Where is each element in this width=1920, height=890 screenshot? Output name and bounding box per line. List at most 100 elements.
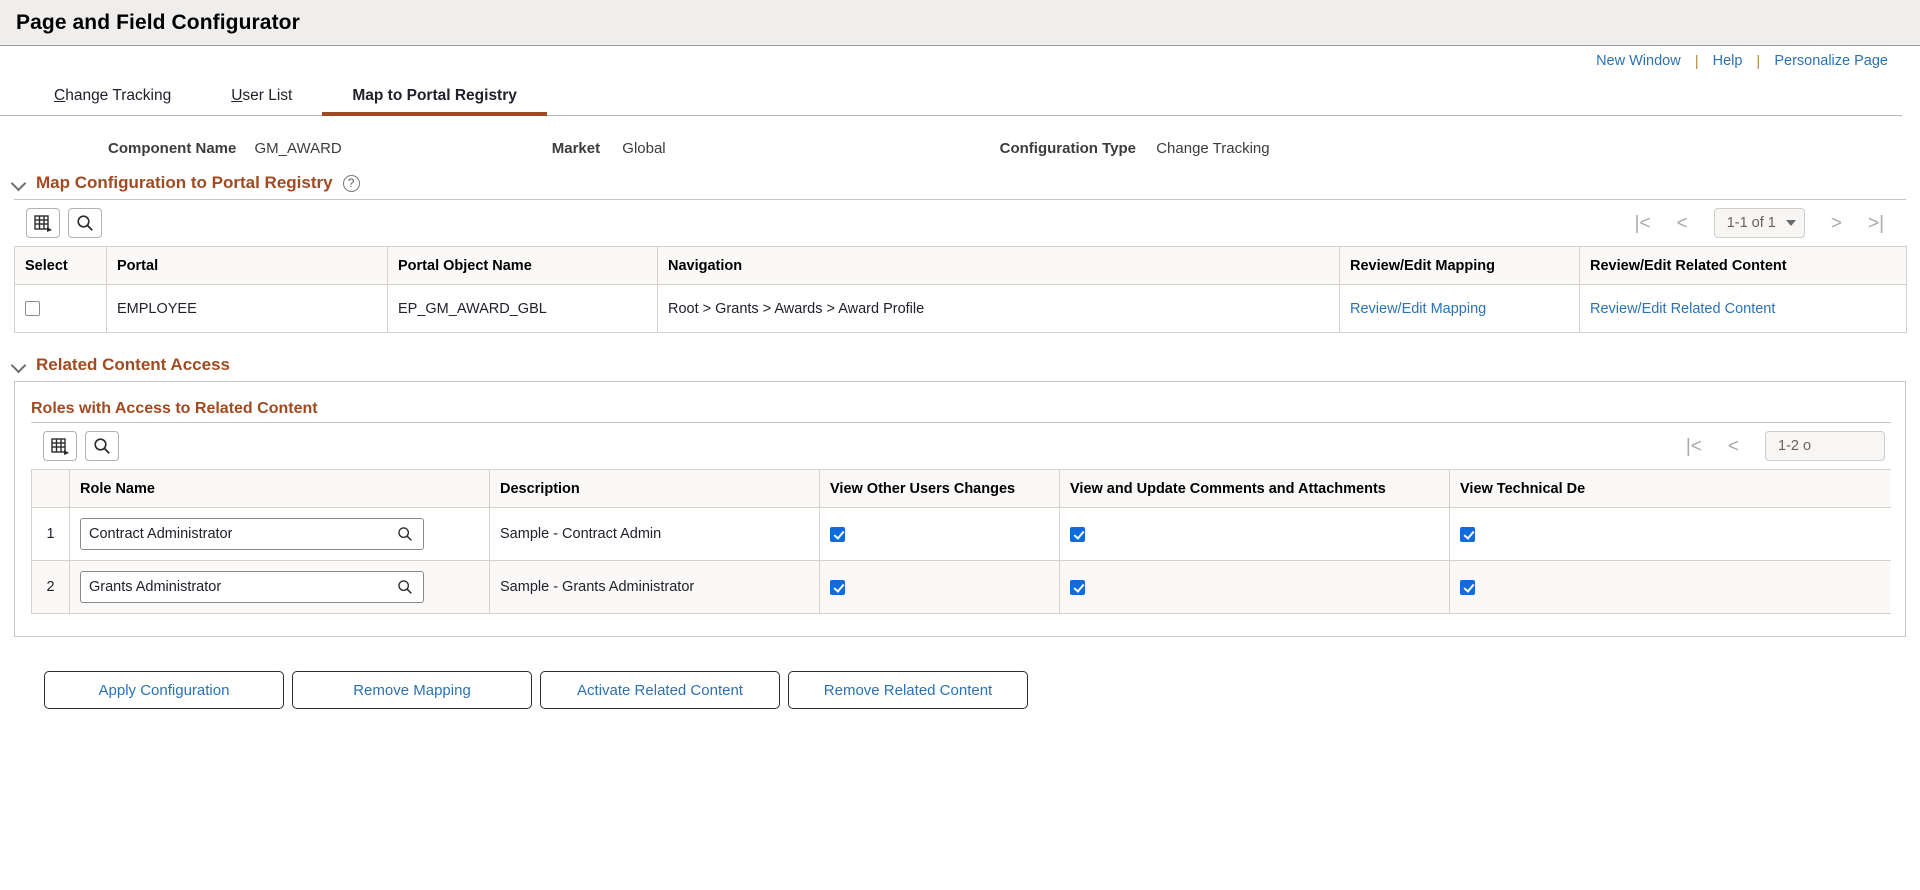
cell-view-other-users-changes	[819, 507, 1060, 561]
tab-user-list-label: ser List	[242, 87, 293, 104]
col-review-edit-mapping: Review/Edit Mapping	[1339, 246, 1580, 285]
roles-grid-pager: |< < 1-2 o	[1686, 431, 1885, 461]
tab-user-list-accesskey: U	[231, 87, 243, 104]
map-grid-toolbar: |< < 1-1 of 1 > >|	[14, 200, 1906, 246]
pager-last-button[interactable]: >|	[1868, 214, 1884, 233]
map-configuration-section-title: Map Configuration to Portal Registry	[36, 173, 333, 192]
activate-related-content-button[interactable]: Activate Related Content	[540, 671, 780, 709]
related-content-access-title: Related Content Access	[36, 355, 230, 374]
cell-view-technical-details	[1449, 507, 1891, 561]
pager-first-button[interactable]: |<	[1635, 214, 1651, 233]
configuration-type-group: Configuration Type Change Tracking	[1000, 140, 1270, 157]
help-circle-icon[interactable]: ?	[342, 174, 360, 192]
role-name-input[interactable]: Grants Administrator	[80, 571, 424, 603]
view-technical-details-checkbox[interactable]	[1460, 526, 1475, 542]
search-icon	[398, 527, 412, 541]
roles-pager-first-button[interactable]: |<	[1686, 437, 1702, 456]
map-configuration-grid-container: |< < 1-1 of 1 > >| Select Portal Portal …	[14, 199, 1907, 333]
roles-grid-container: |< < 1-2 o Role Name Description View Ot…	[31, 422, 1891, 614]
help-link[interactable]: Help	[1699, 53, 1757, 69]
pager-prev-button[interactable]: <	[1677, 214, 1688, 233]
apply-configuration-button[interactable]: Apply Configuration	[44, 671, 284, 709]
grid-find-button[interactable]	[68, 208, 102, 238]
new-window-link[interactable]: New Window	[1582, 53, 1695, 69]
roles-pager-prev-button[interactable]: <	[1728, 437, 1739, 456]
tab-bar: Change Tracking User List Map to Portal …	[0, 76, 1902, 116]
review-edit-mapping-link[interactable]: Review/Edit Mapping	[1350, 301, 1486, 317]
cell-role-name: Grants Administrator	[69, 560, 490, 614]
col-portal: Portal	[106, 246, 388, 285]
cell-description: Sample - Contract Admin	[489, 507, 820, 561]
grid-personalize-icon-button[interactable]	[26, 208, 60, 238]
map-configuration-section-header[interactable]: Map Configuration to Portal Registry ?	[0, 167, 1920, 199]
cell-portal: EMPLOYEE	[106, 284, 388, 333]
select-checkbox[interactable]	[25, 301, 40, 317]
roles-table-scroll-area[interactable]: Role Name Description View Other Users C…	[31, 469, 1891, 614]
cell-role-name: Contract Administrator	[69, 507, 490, 561]
remove-mapping-button[interactable]: Remove Mapping	[292, 671, 532, 709]
roles-with-access-subtitle: Roles with Access to Related Content	[31, 400, 318, 417]
pager-next-button[interactable]: >	[1831, 214, 1842, 233]
component-name-group: Component Name GM_AWARD	[108, 140, 342, 157]
component-name-label: Component Name	[108, 140, 237, 157]
col-portal-object-name: Portal Object Name	[387, 246, 658, 285]
roles-table-header-row: Role Name Description View Other Users C…	[31, 469, 1891, 508]
grid-personalize-icon	[33, 214, 52, 232]
role-name-lookup-button[interactable]	[397, 526, 413, 542]
remove-related-content-button[interactable]: Remove Related Content	[788, 671, 1028, 709]
related-content-access-section-header[interactable]: Related Content Access	[0, 349, 1920, 381]
review-edit-related-content-link[interactable]: Review/Edit Related Content	[1590, 301, 1775, 317]
col-role-name: Role Name	[69, 469, 490, 508]
table-row: 1 Contract Administrator Sample - Contra…	[31, 507, 1891, 561]
action-button-bar: Apply Configuration Remove Mapping Activ…	[0, 637, 1920, 709]
col-view-technical-details: View Technical De	[1449, 469, 1891, 508]
cell-navigation: Root > Grants > Awards > Award Profile	[657, 284, 1340, 333]
view-technical-details-checkbox[interactable]	[1460, 579, 1475, 595]
role-name-input[interactable]: Contract Administrator	[80, 518, 424, 550]
tab-map-to-portal-registry-label: Map to Portal Registry	[352, 87, 517, 104]
roles-access-table: Role Name Description View Other Users C…	[31, 469, 1891, 614]
view-other-users-changes-checkbox[interactable]	[830, 579, 845, 595]
tab-map-to-portal-registry[interactable]: Map to Portal Registry	[322, 87, 547, 116]
cell-review-edit-related-content: Review/Edit Related Content	[1579, 284, 1907, 333]
view-other-users-changes-checkbox[interactable]	[830, 526, 845, 542]
roles-pager-range-select[interactable]: 1-2 o	[1765, 431, 1885, 461]
tab-change-tracking-accesskey: C	[54, 87, 66, 104]
tab-change-tracking-label: hange Tracking	[65, 87, 172, 104]
chevron-down-icon	[12, 176, 26, 190]
search-icon	[77, 215, 93, 231]
cell-view-technical-details	[1449, 560, 1891, 614]
role-name-lookup-button[interactable]	[397, 579, 413, 595]
col-view-other-users-changes: View Other Users Changes	[819, 469, 1060, 508]
roles-grid-personalize-button[interactable]	[43, 431, 77, 461]
tab-user-list[interactable]: User List	[201, 87, 322, 115]
cell-select	[14, 284, 107, 333]
market-value: Global	[622, 140, 666, 157]
view-update-comments-checkbox[interactable]	[1070, 579, 1085, 595]
search-icon	[94, 438, 110, 454]
cell-review-edit-mapping: Review/Edit Mapping	[1339, 284, 1580, 333]
personalize-page-link[interactable]: Personalize Page	[1760, 53, 1902, 69]
search-icon	[398, 580, 412, 594]
roles-pager-range-label: 1-2 o	[1778, 438, 1812, 454]
view-update-comments-checkbox[interactable]	[1070, 526, 1085, 542]
col-navigation: Navigation	[657, 246, 1340, 285]
component-name-value: GM_AWARD	[254, 140, 342, 157]
market-group: Market Global	[552, 140, 666, 157]
map-configuration-table: Select Portal Portal Object Name Navigat…	[14, 246, 1907, 333]
chevron-down-icon	[1785, 220, 1796, 226]
roles-grid-toolbar: |< < 1-2 o	[31, 423, 1891, 469]
role-name-value: Grants Administrator	[89, 579, 222, 595]
cell-portal-object-name: EP_GM_AWARD_GBL	[387, 284, 658, 333]
page-header: Page and Field Configurator	[0, 0, 1920, 46]
cell-row-number: 2	[31, 560, 70, 614]
cell-description: Sample - Grants Administrator	[489, 560, 820, 614]
utility-links-bar: New Window | Help | Personalize Page	[0, 46, 1920, 76]
roles-grid-find-button[interactable]	[85, 431, 119, 461]
cell-view-update-comments-attachments	[1059, 560, 1450, 614]
col-row-number	[31, 469, 70, 508]
table-row: EMPLOYEE EP_GM_AWARD_GBL Root > Grants >…	[14, 284, 1907, 333]
tab-change-tracking[interactable]: Change Tracking	[24, 87, 201, 115]
pager-range-select[interactable]: 1-1 of 1	[1713, 208, 1805, 238]
cell-view-other-users-changes	[819, 560, 1060, 614]
